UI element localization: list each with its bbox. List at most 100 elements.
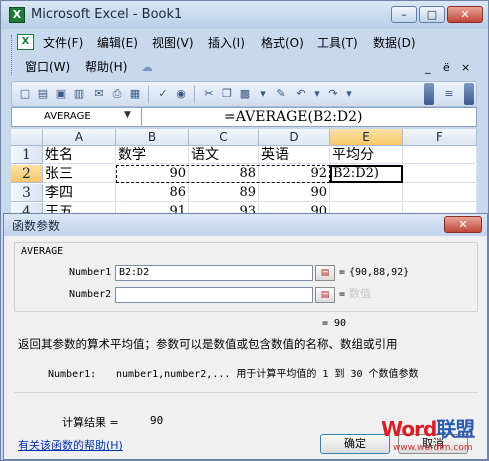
cell-c3[interactable]: 89	[189, 184, 259, 202]
save-icon[interactable]: ▣	[54, 87, 68, 101]
copy-icon[interactable]: ❐	[220, 87, 234, 101]
watermark-brand-b: 联盟	[436, 417, 475, 441]
formula-input[interactable]: =AVERAGE(B2:D2)	[224, 108, 363, 126]
ok-button[interactable]: 确定	[320, 434, 390, 454]
doc-minimize-button[interactable]: _	[425, 61, 431, 75]
cell-d2[interactable]: 92	[259, 165, 330, 183]
toolbar-options-icon-2[interactable]	[464, 83, 474, 105]
new-icon[interactable]: □	[18, 87, 32, 101]
cell-f2[interactable]	[403, 165, 477, 183]
name-box[interactable]: AVERAGE	[12, 108, 142, 126]
number2-result: 数值	[349, 287, 371, 300]
dialog-close-button[interactable]: ✕	[444, 216, 482, 233]
menu-view[interactable]: 视图(V)	[152, 35, 194, 51]
cell-c2[interactable]: 88	[189, 165, 259, 183]
undo-icon[interactable]: ↶	[294, 87, 308, 101]
close-icon: ✕	[460, 8, 470, 21]
doc-restore-button[interactable]: ё	[443, 61, 450, 75]
dialog-title-bar[interactable]: 函数参数 ✕	[4, 214, 487, 236]
menu-file[interactable]: 文件(F)	[43, 35, 83, 51]
row-header-3[interactable]: 3	[11, 184, 43, 202]
paste-dropdown-icon[interactable]: ▾	[256, 87, 270, 101]
cell-b1[interactable]: 数学	[116, 146, 189, 164]
open-icon[interactable]: ▤	[36, 87, 50, 101]
redo-icon[interactable]: ↷	[326, 87, 340, 101]
collapse-dialog-button-1[interactable]: ▤	[315, 265, 335, 281]
number1-input[interactable]: B2:D2	[115, 265, 313, 281]
paste-icon[interactable]: ▩	[238, 87, 252, 101]
range-select-icon: ▤	[320, 290, 330, 300]
cell-d3[interactable]: 90	[259, 184, 330, 202]
cell-c1[interactable]: 语文	[189, 146, 259, 164]
close-button[interactable]: ✕	[447, 6, 483, 23]
maximize-icon: □	[426, 8, 438, 21]
excel-icon[interactable]: X	[9, 7, 25, 23]
row-header-2[interactable]: 2	[11, 165, 43, 183]
dialog-divider	[14, 392, 478, 393]
cell-a3[interactable]: 李四	[43, 184, 116, 202]
cell-f3[interactable]	[403, 184, 477, 202]
number1-result: {90,88,92}	[349, 267, 410, 278]
workbook-icon[interactable]: X	[17, 34, 34, 50]
window-title: Microsoft Excel - Book1	[31, 7, 183, 22]
cell-e1[interactable]: 平均分	[330, 146, 403, 164]
menu-help[interactable]: 帮助(H)	[85, 59, 127, 75]
menu-tools[interactable]: 工具(T)	[317, 35, 358, 51]
argument-description-name: Number1:	[48, 369, 97, 380]
cell-b3[interactable]: 86	[116, 184, 189, 202]
menu-bar: X 文件(F) 编辑(E) 视图(V) 插入(I) 格式(O) 工具(T) 数据…	[11, 33, 477, 79]
assistant-icon[interactable]: ☁	[141, 59, 153, 75]
select-all-corner[interactable]	[11, 129, 43, 146]
format-painter-icon[interactable]: ✎	[274, 87, 288, 101]
cell-a1[interactable]: 姓名	[43, 146, 116, 164]
title-bar[interactable]: X Microsoft Excel - Book1 – □ ✕	[1, 1, 488, 29]
excel-window: X Microsoft Excel - Book1 – □ ✕ X 文件(F) …	[0, 0, 489, 461]
toolbar-options-icon[interactable]	[424, 83, 434, 105]
chevron-down-icon[interactable]: ▼	[124, 110, 131, 120]
cell-d1[interactable]: 英语	[259, 146, 330, 164]
minimize-button[interactable]: –	[391, 6, 417, 23]
menu-format[interactable]: 格式(O)	[261, 35, 304, 51]
menu-edit[interactable]: 编辑(E)	[97, 35, 138, 51]
undo-dropdown-icon[interactable]: ▾	[310, 87, 324, 101]
spelling-icon[interactable]: ✓	[156, 87, 170, 101]
menu-window[interactable]: 窗口(W)	[25, 59, 70, 75]
cut-icon[interactable]: ✂	[202, 87, 216, 101]
arguments-group: AVERAGE Number1 B2:D2 ▤ = {90,88,92} Num…	[14, 242, 478, 312]
calculation-result-label: 计算结果 =	[62, 416, 119, 429]
print-icon[interactable]: ⎙	[110, 87, 124, 101]
email-icon[interactable]: ✉	[92, 87, 106, 101]
preview-icon[interactable]: ▦	[128, 87, 142, 101]
align-icon[interactable]: ≡	[442, 87, 456, 101]
column-header-d[interactable]: D	[259, 129, 330, 146]
close-icon: ✕	[458, 218, 468, 231]
menu-data[interactable]: 数据(D)	[373, 35, 416, 51]
column-header-e[interactable]: E	[330, 129, 403, 146]
number2-input[interactable]	[115, 287, 313, 303]
column-header-f[interactable]: F	[403, 129, 477, 146]
cell-f1[interactable]	[403, 146, 477, 164]
cell-b2[interactable]: 90	[116, 165, 189, 183]
menu-insert[interactable]: 插入(I)	[208, 35, 245, 51]
permission-icon[interactable]: ▥	[72, 87, 86, 101]
doc-close-button[interactable]: ×	[461, 61, 470, 75]
column-header-a[interactable]: A	[43, 129, 116, 146]
function-help-link[interactable]: 有关该函数的帮助(H)	[18, 437, 123, 453]
column-header-b[interactable]: B	[116, 129, 189, 146]
toolbar-separator	[194, 86, 195, 103]
redo-dropdown-icon[interactable]: ▾	[342, 87, 356, 101]
menu-grip[interactable]	[11, 35, 14, 75]
maximize-button[interactable]: □	[419, 6, 445, 23]
research-icon[interactable]: ◉	[174, 87, 188, 101]
collapse-dialog-button-2[interactable]: ▤	[315, 287, 335, 303]
cell-a2[interactable]: 张三	[43, 165, 116, 183]
column-header-c[interactable]: C	[189, 129, 259, 146]
cell-e3[interactable]	[330, 184, 403, 202]
row-header-1[interactable]: 1	[11, 146, 43, 164]
function-name-label: AVERAGE	[21, 246, 64, 257]
watermark-logo: Word联盟	[381, 413, 475, 442]
argument-description-text: number1,number2,... 用于计算平均值的 1 到 30 个数值参…	[116, 369, 419, 380]
number2-equals: =	[339, 289, 346, 300]
formula-bar: AVERAGE ▼ =AVERAGE(B2:D2)	[11, 107, 477, 127]
watermark-url: www.wordlm.com	[393, 443, 473, 453]
